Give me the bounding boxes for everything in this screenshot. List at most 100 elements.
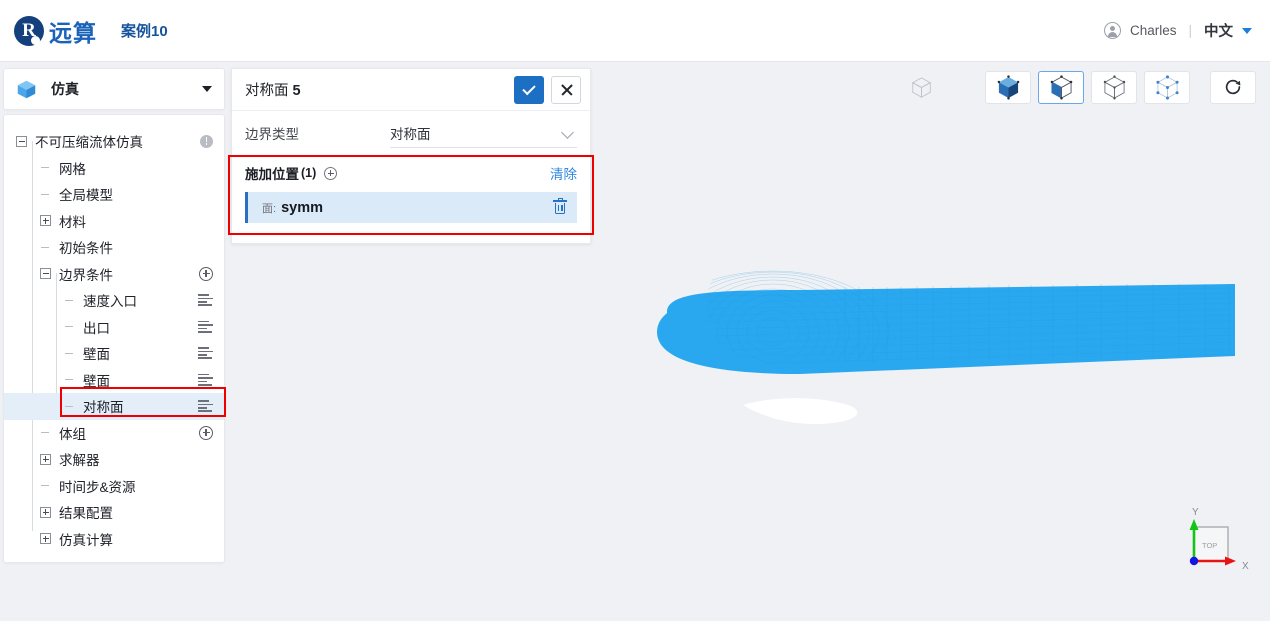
expand-icon[interactable] xyxy=(40,215,51,227)
location-list-item[interactable]: 面: symm xyxy=(245,192,577,223)
tree-item[interactable]: 速度入口 xyxy=(4,287,224,314)
tree-leaf-dash xyxy=(40,427,51,438)
location-item-type: 面: xyxy=(262,202,277,215)
language-label[interactable]: 中文 xyxy=(1204,20,1233,41)
cube-wireframe-button[interactable] xyxy=(1091,70,1137,104)
location-label: 施加位置 xyxy=(245,167,299,182)
tree-leaf-dash xyxy=(64,295,75,306)
3d-viewport[interactable]: Y X TOP xyxy=(595,62,1270,621)
reset-view-icon xyxy=(1225,79,1241,95)
menu-lines-icon[interactable] xyxy=(198,373,213,386)
tree-item-label: 体组 xyxy=(59,426,86,442)
tree-item[interactable]: 壁面 xyxy=(4,340,224,367)
app-header: R 远算 案例10 Charles | 中文 xyxy=(0,0,1270,62)
axis-triad-widget[interactable]: Y X TOP xyxy=(1172,499,1256,585)
view-toolbar xyxy=(904,70,1256,104)
tree-item-label: 结果配置 xyxy=(59,506,113,522)
tree-item[interactable]: 边界条件 xyxy=(4,261,224,288)
tree-item[interactable]: 网格 xyxy=(4,155,224,182)
menu-lines-icon[interactable] xyxy=(198,400,213,413)
tree-item-label: 时间步&资源 xyxy=(59,479,136,495)
menu-lines-icon[interactable] xyxy=(198,320,213,333)
tree-item-label: 壁面 xyxy=(83,373,110,389)
tree-leaf-dash xyxy=(40,242,51,253)
brand-dot xyxy=(31,35,40,45)
model-canvas xyxy=(657,270,1235,425)
tree-item[interactable]: 全局模型 xyxy=(4,181,224,208)
boundary-type-value: 对称面 xyxy=(390,126,431,142)
tree-item[interactable]: 壁面 xyxy=(4,367,224,394)
tree-item-label: 不可压缩流体仿真 xyxy=(35,135,143,151)
tree-item[interactable]: 时间步&资源 xyxy=(4,473,224,500)
cube-solid-button[interactable] xyxy=(985,70,1031,104)
axis-label-y: Y xyxy=(1192,507,1199,518)
boundary-type-select[interactable]: 对称面 xyxy=(390,119,577,148)
header-right-group: Charles | 中文 xyxy=(1103,20,1252,41)
menu-lines-icon[interactable] xyxy=(198,294,213,307)
caret-down-icon[interactable] xyxy=(202,86,212,92)
boundary-type-label: 边界类型 xyxy=(245,127,299,142)
user-circle-icon xyxy=(1103,22,1121,39)
collapse-icon[interactable] xyxy=(40,268,51,280)
brand-logo[interactable]: R 远算 xyxy=(14,14,97,48)
chevron-down-icon xyxy=(561,125,574,139)
close-icon xyxy=(560,83,573,96)
cube-wireframe-icon xyxy=(1103,74,1125,99)
clear-button[interactable]: 清除 xyxy=(550,163,577,183)
tree-leaf-dash xyxy=(64,374,75,385)
header-divider: | xyxy=(1188,23,1192,38)
plus-circle-icon[interactable] xyxy=(199,266,213,281)
tree-item[interactable]: 材料 xyxy=(4,208,224,235)
tree-item-label: 全局模型 xyxy=(59,188,113,204)
tree-item[interactable]: 求解器 xyxy=(4,446,224,473)
cube-icon xyxy=(16,79,37,100)
expand-icon[interactable] xyxy=(40,453,51,465)
tree-leaf-dash xyxy=(64,348,75,359)
brand-name: 远算 xyxy=(49,19,97,46)
location-header: 施加位置 (1) 清除 xyxy=(245,161,577,185)
tree-item[interactable]: 出口 xyxy=(4,314,224,341)
reset-view-button[interactable] xyxy=(1210,70,1256,104)
tree-leaf-dash xyxy=(40,480,51,491)
plus-circle-icon[interactable] xyxy=(324,166,338,180)
user-name[interactable]: Charles xyxy=(1130,23,1177,38)
cube-points-button[interactable] xyxy=(1144,70,1190,104)
tree-item-label: 初始条件 xyxy=(59,241,113,257)
tree-item[interactable]: 初始条件 xyxy=(4,234,224,261)
tree-item-label: 对称面 xyxy=(83,400,124,416)
chevron-down-icon[interactable] xyxy=(1242,27,1252,34)
sidebar-module-label: 仿真 xyxy=(51,81,79,97)
info-icon xyxy=(200,134,213,148)
cube-surface-button[interactable] xyxy=(1038,70,1084,104)
axis-face-label: TOP xyxy=(1202,541,1217,550)
tree-leaf-dash xyxy=(40,162,51,173)
confirm-button[interactable] xyxy=(514,75,544,104)
tree-item[interactable]: 结果配置 xyxy=(4,499,224,526)
tree-item-label: 速度入口 xyxy=(83,294,137,310)
menu-lines-icon[interactable] xyxy=(198,347,213,360)
plus-circle-icon[interactable] xyxy=(199,425,213,440)
expand-icon[interactable] xyxy=(40,506,51,518)
location-count: (1) xyxy=(301,166,317,180)
collapse-icon[interactable] xyxy=(16,135,27,147)
tree-item[interactable]: 体组 xyxy=(4,420,224,447)
panel-header: 对称面 5 xyxy=(232,69,590,111)
tree-item-selected[interactable]: 对称面 xyxy=(4,393,224,420)
cancel-button[interactable] xyxy=(551,75,581,104)
tree-item[interactable]: 不可压缩流体仿真 xyxy=(4,128,224,155)
cube-points-icon xyxy=(1155,74,1179,100)
tree-item-label: 仿真计算 xyxy=(59,532,113,548)
tree-item[interactable]: 仿真计算 xyxy=(4,526,224,553)
panel-title-number: 5 xyxy=(292,83,301,99)
tree-item-label: 材料 xyxy=(59,214,86,230)
simulation-tree: 不可压缩流体仿真 网格 全局模型 材料 初始条件 边界条件 速度入口 出口 壁面 壁面 对称面 体组求… xyxy=(3,114,225,563)
cube-surface-icon xyxy=(1050,74,1072,100)
cube-outline-ghost-icon xyxy=(904,70,938,104)
tree-leaf-dash xyxy=(64,321,75,332)
expand-icon[interactable] xyxy=(40,533,51,545)
trash-icon[interactable] xyxy=(553,197,567,215)
brand-mark-icon: R xyxy=(14,15,44,46)
sidebar-module-selector[interactable]: 仿真 xyxy=(3,68,225,110)
tree-leaf-dash xyxy=(64,401,75,412)
airfoil-shape xyxy=(743,398,858,425)
